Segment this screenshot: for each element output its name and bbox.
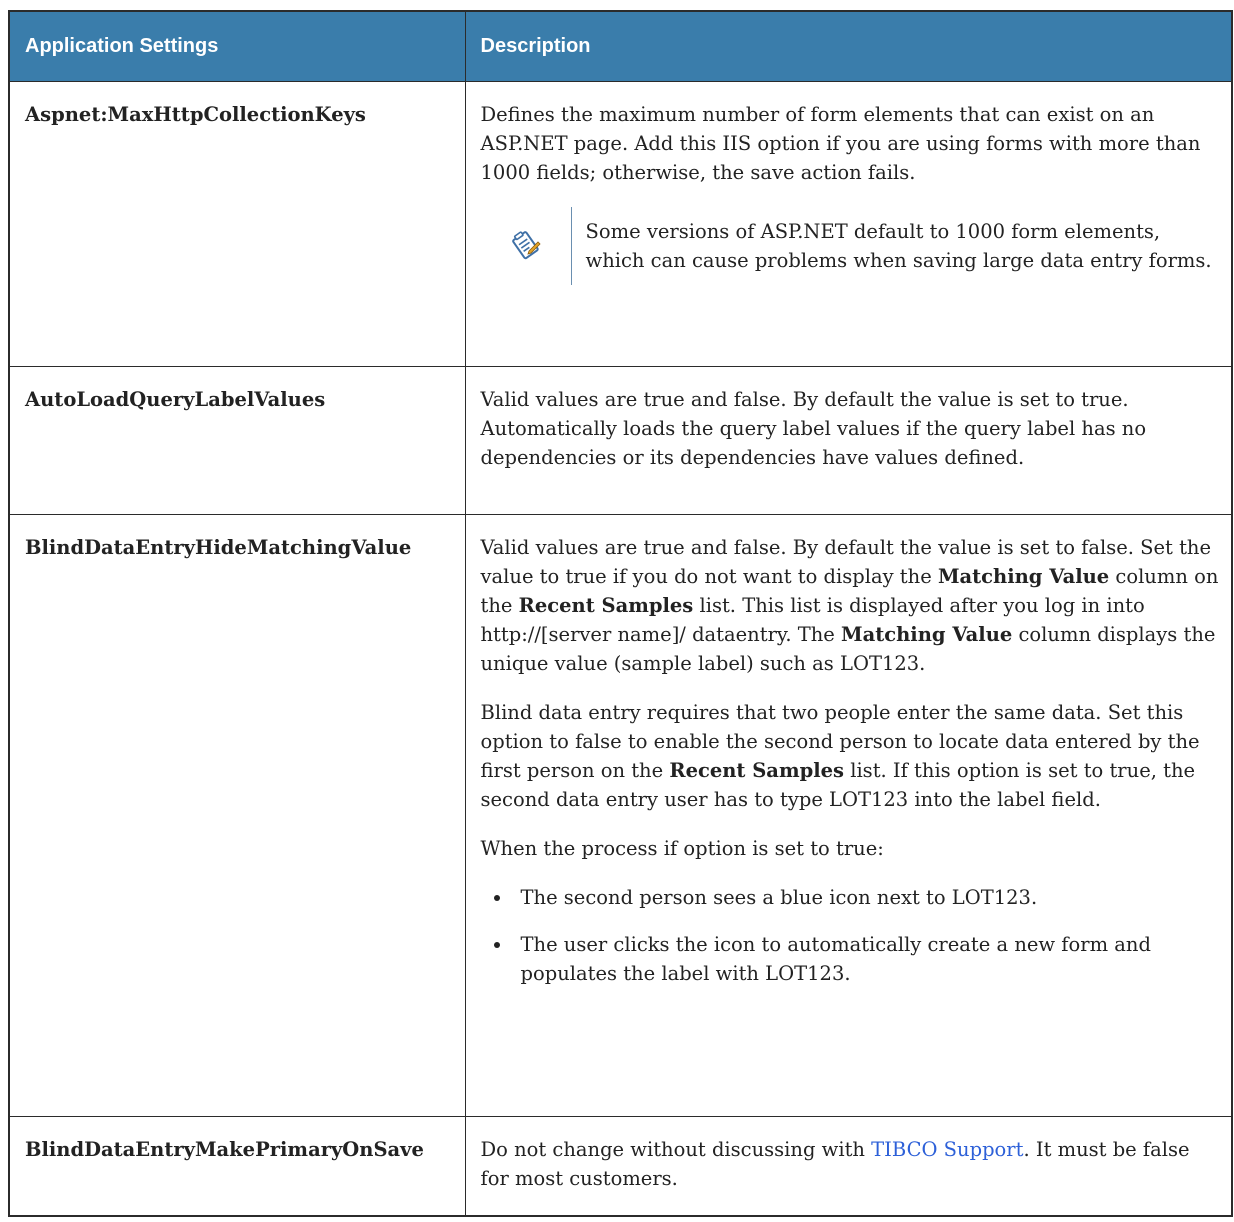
description-paragraph: Blind data entry requires that two peopl…	[481, 698, 1220, 814]
setting-name: Aspnet:MaxHttpCollectionKeys	[8, 80, 466, 367]
description-paragraph: When the process if option is set to tru…	[480, 836, 884, 860]
list-item: The second person sees a blue icon next …	[513, 883, 1220, 912]
note-pencil-icon	[481, 207, 571, 285]
setting-name: BlindDataEntryHideMatchingValue	[8, 513, 466, 1117]
setting-description: Valid values are true and false. By defa…	[464, 365, 1233, 515]
table-row: Aspnet:MaxHttpCollectionKeys Defines the…	[8, 80, 1233, 367]
header-application-settings: Application Settings	[8, 10, 466, 82]
setting-name: BlindDataEntryMakePrimaryOnSave	[8, 1115, 466, 1217]
bullet-list: The second person sees a blue icon next …	[481, 883, 1220, 988]
setting-name: AutoLoadQueryLabelValues	[8, 365, 466, 515]
ui-term: Matching Value	[841, 622, 1013, 646]
header-description: Description	[464, 10, 1233, 82]
note-text: Some versions of ASP.NET default to 1000…	[570, 206, 1220, 285]
table-row: BlindDataEntryHideMatchingValue Valid va…	[8, 513, 1233, 1117]
ui-term: Recent Samples	[669, 758, 845, 782]
ui-term: Recent Samples	[518, 593, 694, 617]
note-callout: Some versions of ASP.NET default to 1000…	[481, 206, 1220, 285]
description-paragraph: Do not change without discussing with TI…	[481, 1135, 1220, 1193]
ui-term: Matching Value	[937, 564, 1110, 588]
table-header-row: Application Settings Description	[8, 10, 1233, 82]
table-row: BlindDataEntryMakePrimaryOnSave Do not c…	[8, 1115, 1233, 1217]
description-paragraph: Defines the maximum number of form eleme…	[480, 102, 1201, 184]
description-paragraph: Valid values are true and false. By defa…	[481, 533, 1220, 678]
text-run: Do not change without discussing with	[480, 1137, 872, 1161]
setting-description: Defines the maximum number of form eleme…	[464, 80, 1233, 367]
setting-description: Valid values are true and false. By defa…	[464, 513, 1233, 1117]
settings-table: Application Settings Description Aspnet:…	[8, 10, 1233, 1217]
setting-description: Do not change without discussing with TI…	[464, 1115, 1233, 1217]
description-paragraph: Valid values are true and false. By defa…	[480, 387, 1147, 469]
list-item: The user clicks the icon to automaticall…	[513, 930, 1220, 988]
table-row: AutoLoadQueryLabelValues Valid values ar…	[8, 365, 1233, 515]
tibco-support-link[interactable]: TIBCO Support	[871, 1138, 1023, 1161]
